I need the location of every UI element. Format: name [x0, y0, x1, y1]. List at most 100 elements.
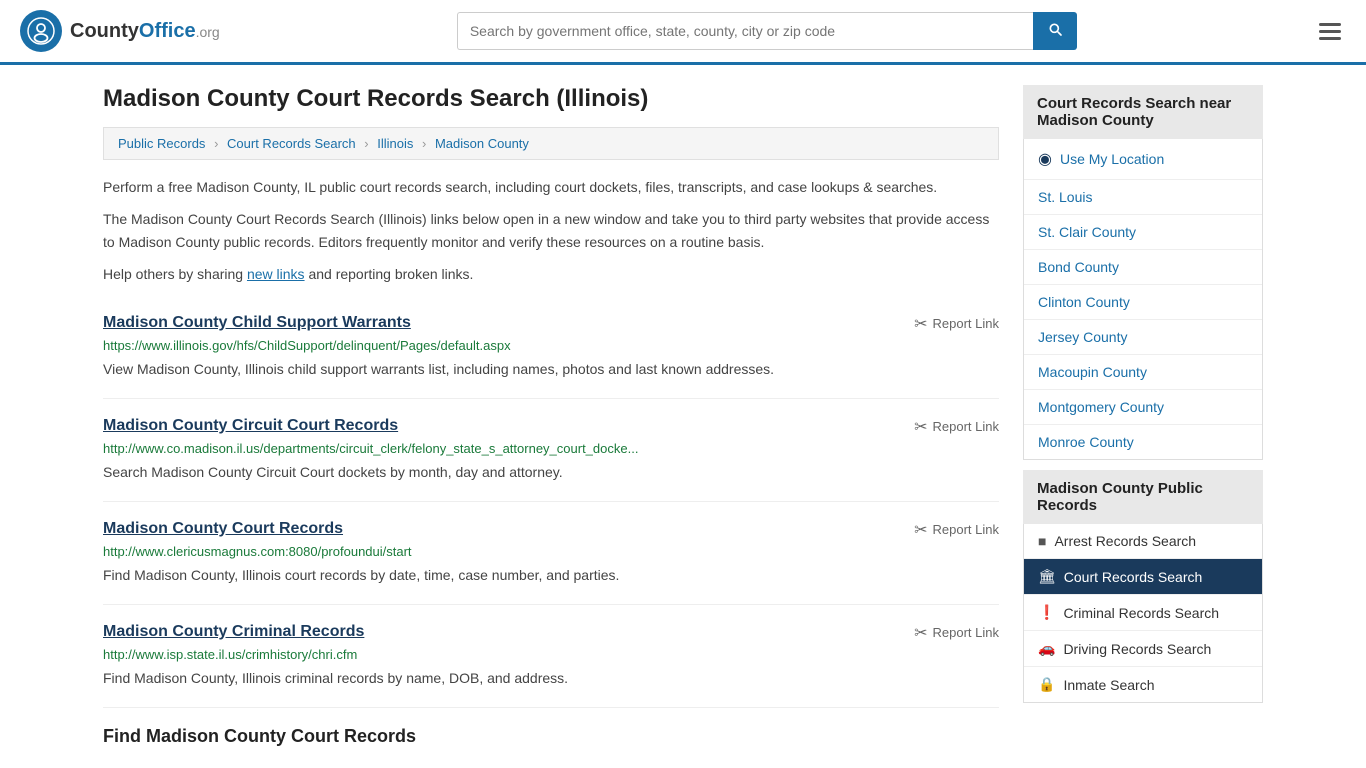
nearby-link-1[interactable]: St. Louis	[1024, 180, 1262, 215]
nearby-link-6[interactable]: Macoupin County	[1024, 355, 1262, 390]
report-icon-2: ✂	[914, 520, 927, 540]
breadcrumb-public-records[interactable]: Public Records	[118, 136, 205, 151]
pr-icon-2: ❗	[1038, 604, 1055, 621]
right-sidebar: Court Records Search near Madison County…	[1023, 85, 1263, 747]
menu-bar-1	[1319, 23, 1341, 26]
report-label-3: Report Link	[933, 625, 999, 640]
search-button[interactable]	[1033, 12, 1077, 50]
desc-paragraph-1: Perform a free Madison County, IL public…	[103, 176, 999, 198]
result-item: Madison County Court Records ✂ Report Li…	[103, 502, 999, 605]
report-label-0: Report Link	[933, 316, 999, 331]
report-link-2[interactable]: ✂ Report Link	[914, 520, 999, 540]
page-title: Madison County Court Records Search (Ill…	[103, 85, 999, 113]
report-icon-3: ✂	[914, 623, 927, 643]
logo-area[interactable]: CountyOffice.org	[20, 10, 220, 52]
pr-icon-4: 🔒	[1038, 676, 1055, 693]
nearby-link-3[interactable]: Bond County	[1024, 250, 1262, 285]
breadcrumb-illinois[interactable]: Illinois	[377, 136, 413, 151]
menu-bar-2	[1319, 30, 1341, 33]
result-url-1[interactable]: http://www.co.madison.il.us/departments/…	[103, 441, 999, 456]
use-my-location-link[interactable]: ◉ Use My Location	[1024, 139, 1262, 180]
logo-icon	[20, 10, 62, 52]
result-title-2[interactable]: Madison County Court Records	[103, 520, 343, 538]
menu-bar-3	[1319, 37, 1341, 40]
location-icon: ◉	[1038, 149, 1052, 169]
hamburger-menu-button[interactable]	[1314, 18, 1346, 45]
result-url-3[interactable]: http://www.isp.state.il.us/crimhistory/c…	[103, 647, 999, 662]
report-link-3[interactable]: ✂ Report Link	[914, 623, 999, 643]
report-icon-0: ✂	[914, 314, 927, 334]
use-location-label: Use My Location	[1060, 151, 1164, 167]
result-title-0[interactable]: Madison County Child Support Warrants	[103, 314, 411, 332]
report-label-2: Report Link	[933, 522, 999, 537]
report-label-1: Report Link	[933, 419, 999, 434]
nearby-links-container: ◉ Use My Location St. Louis St. Clair Count…	[1023, 139, 1263, 460]
result-header-3: Madison County Criminal Records ✂ Report…	[103, 623, 999, 643]
public-records-link-1[interactable]: 🏛 Court Records Search	[1024, 559, 1262, 595]
result-desc-2: Find Madison County, Illinois court reco…	[103, 565, 999, 586]
pr-label-0: Arrest Records Search	[1054, 533, 1196, 549]
search-input[interactable]	[457, 12, 1033, 50]
result-desc-0: View Madison County, Illinois child supp…	[103, 359, 999, 380]
nearby-link-8[interactable]: Monroe County	[1024, 425, 1262, 459]
nearby-link-5[interactable]: Jersey County	[1024, 320, 1262, 355]
nearby-link-2[interactable]: St. Clair County	[1024, 215, 1262, 250]
pr-icon-1: 🏛	[1038, 568, 1056, 585]
public-records-link-3[interactable]: 🚗 Driving Records Search	[1024, 631, 1262, 667]
result-item: Madison County Child Support Warrants ✂ …	[103, 296, 999, 399]
search-area	[457, 12, 1077, 50]
public-records-container: ■ Arrest Records Search 🏛 Court Records …	[1023, 524, 1263, 703]
pr-label-1: Court Records Search	[1064, 569, 1203, 585]
pr-icon-3: 🚗	[1038, 640, 1055, 657]
result-title-3[interactable]: Madison County Criminal Records	[103, 623, 364, 641]
public-records-link-4[interactable]: 🔒 Inmate Search	[1024, 667, 1262, 702]
desc-paragraph-3: Help others by sharing new links and rep…	[103, 263, 999, 285]
breadcrumb: Public Records › Court Records Search › …	[103, 127, 999, 160]
result-item: Madison County Criminal Records ✂ Report…	[103, 605, 999, 708]
breadcrumb-madison-county[interactable]: Madison County	[435, 136, 529, 151]
result-header-1: Madison County Circuit Court Records ✂ R…	[103, 417, 999, 437]
result-url-0[interactable]: https://www.illinois.gov/hfs/ChildSuppor…	[103, 338, 999, 353]
pr-icon-0: ■	[1038, 533, 1046, 549]
nearby-label-2: St. Clair County	[1038, 224, 1136, 240]
result-title-1[interactable]: Madison County Circuit Court Records	[103, 417, 398, 435]
nearby-label-6: Macoupin County	[1038, 364, 1147, 380]
find-records-title: Find Madison County Court Records	[103, 708, 999, 747]
pr-label-4: Inmate Search	[1063, 677, 1154, 693]
nearby-label-1: St. Louis	[1038, 189, 1092, 205]
result-desc-3: Find Madison County, Illinois criminal r…	[103, 668, 999, 689]
result-header-0: Madison County Child Support Warrants ✂ …	[103, 314, 999, 334]
results-list: Madison County Child Support Warrants ✂ …	[103, 296, 999, 708]
site-header: CountyOffice.org	[0, 0, 1366, 65]
nearby-section: Court Records Search near Madison County…	[1023, 85, 1263, 460]
pr-label-3: Driving Records Search	[1063, 641, 1211, 657]
result-desc-1: Search Madison County Circuit Court dock…	[103, 462, 999, 483]
logo-text: CountyOffice.org	[70, 20, 220, 43]
nearby-link-4[interactable]: Clinton County	[1024, 285, 1262, 320]
public-records-section-title: Madison County Public Records	[1023, 470, 1263, 524]
breadcrumb-court-records[interactable]: Court Records Search	[227, 136, 356, 151]
main-content: Madison County Court Records Search (Ill…	[83, 65, 1283, 767]
nearby-label-7: Montgomery County	[1038, 399, 1164, 415]
nearby-section-title: Court Records Search near Madison County	[1023, 85, 1263, 139]
nearby-link-7[interactable]: Montgomery County	[1024, 390, 1262, 425]
public-records-section: Madison County Public Records ■ Arrest R…	[1023, 470, 1263, 703]
pr-label-2: Criminal Records Search	[1063, 605, 1219, 621]
report-link-1[interactable]: ✂ Report Link	[914, 417, 999, 437]
new-links-link[interactable]: new links	[247, 266, 305, 282]
left-content: Madison County Court Records Search (Ill…	[103, 85, 999, 747]
breadcrumb-sep-2: ›	[364, 136, 368, 151]
report-link-0[interactable]: ✂ Report Link	[914, 314, 999, 334]
nearby-label-3: Bond County	[1038, 259, 1119, 275]
result-url-2[interactable]: http://www.clericusmagnus.com:8080/profo…	[103, 544, 999, 559]
nearby-label-8: Monroe County	[1038, 434, 1134, 450]
public-records-link-0[interactable]: ■ Arrest Records Search	[1024, 524, 1262, 559]
nearby-label-5: Jersey County	[1038, 329, 1127, 345]
public-records-link-2[interactable]: ❗ Criminal Records Search	[1024, 595, 1262, 631]
result-header-2: Madison County Court Records ✂ Report Li…	[103, 520, 999, 540]
result-item: Madison County Circuit Court Records ✂ R…	[103, 399, 999, 502]
desc-paragraph-2: The Madison County Court Records Search …	[103, 208, 999, 253]
breadcrumb-sep-3: ›	[422, 136, 426, 151]
nearby-label-4: Clinton County	[1038, 294, 1130, 310]
report-icon-1: ✂	[914, 417, 927, 437]
